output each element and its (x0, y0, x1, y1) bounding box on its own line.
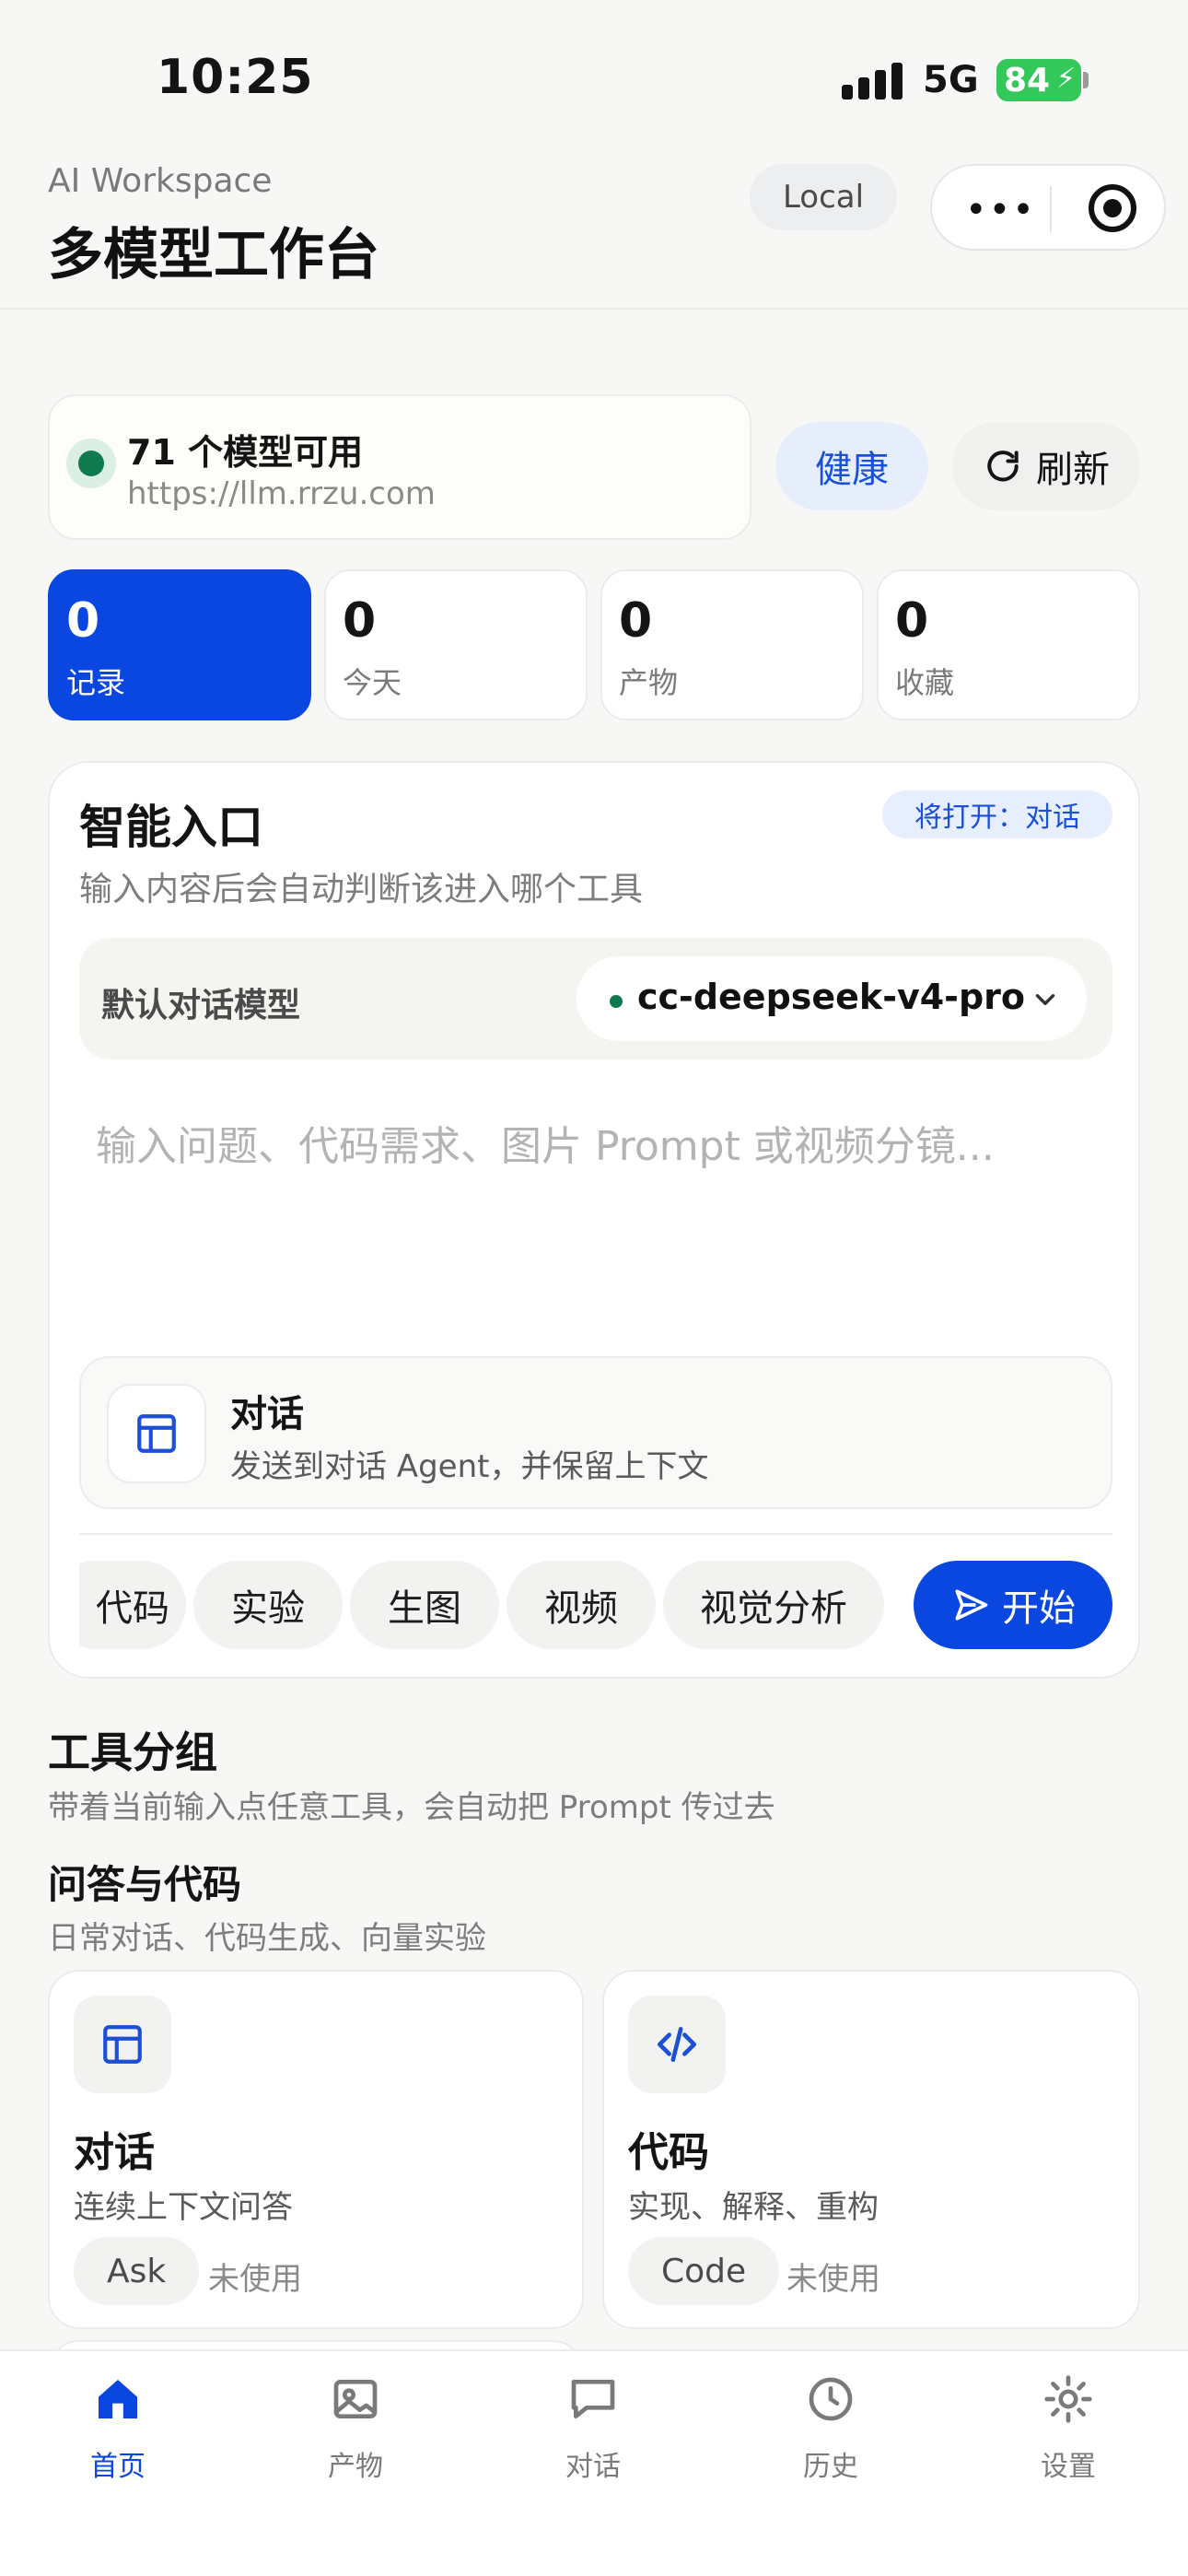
chip-video[interactable]: 视频 (507, 1561, 656, 1649)
stat-value: 0 (895, 593, 929, 649)
clock-icon (809, 2377, 853, 2421)
default-model-row: 默认对话模型 cc-deepseek-v4-pro (79, 938, 1112, 1060)
chip-image-gen[interactable]: 生图 (350, 1561, 499, 1649)
refresh-label: 刷新 (1036, 449, 1110, 491)
battery-level: 84 (1004, 61, 1051, 100)
default-model-label: 默认对话模型 (101, 987, 301, 1025)
chat-icon (571, 2380, 615, 2418)
tool-description: 连续上下文问答 (74, 2189, 293, 2226)
tab-chat[interactable]: 对话 (501, 2373, 685, 2493)
battery-icon: 84 ⚡ (996, 59, 1081, 101)
app-subtitle: AI Workspace (48, 162, 273, 200)
tab-label: 历史 (803, 2451, 858, 2483)
group-title: 问答与代码 (48, 1862, 242, 1907)
stat-artifacts[interactable]: 0 产物 (600, 569, 864, 720)
tab-settings[interactable]: 设置 (976, 2373, 1160, 2493)
status-bar: 10:25 5G 84 ⚡ (0, 0, 1188, 157)
model-count: 71 个模型可用 (127, 432, 364, 473)
tab-label: 设置 (1041, 2451, 1096, 2483)
stat-records[interactable]: 0 记录 (48, 569, 311, 720)
tool-chips: 代码 实验 生图 视频 视觉分析 (79, 1561, 908, 1649)
tab-history[interactable]: 历史 (739, 2373, 923, 2493)
smart-entry-title: 智能入口 (79, 801, 263, 854)
status-time: 10:25 (157, 50, 314, 105)
miniapp-capsule: ••• (930, 164, 1166, 251)
status-dot-icon (78, 451, 104, 476)
stat-value: 0 (343, 593, 377, 649)
refresh-icon (987, 451, 1019, 482)
layout-icon (107, 1384, 206, 1483)
tab-bar: 首页 产物 对话 历史 设置 (0, 2349, 1188, 2576)
tab-label: 对话 (565, 2451, 621, 2483)
page-title: 多模型工作台 (48, 223, 379, 287)
image-icon (333, 2380, 378, 2418)
tab-label: 首页 (90, 2451, 146, 2483)
tool-groups-title: 工具分组 (48, 1727, 217, 1777)
smart-entry-card: 智能入口 输入内容后会自动判断该进入哪个工具 将打开：对话 默认对话模型 cc-… (48, 761, 1140, 1679)
target-tool-badge: 将打开：对话 (882, 790, 1112, 838)
gear-icon (1044, 2375, 1092, 2423)
smart-entry-description: 输入内容后会自动判断该进入哪个工具 (79, 871, 644, 908)
stat-label: 收藏 (895, 665, 955, 700)
tool-description: 实现、解释、重构 (628, 2189, 879, 2226)
tab-home[interactable]: 首页 (26, 2373, 210, 2493)
model-select[interactable]: cc-deepseek-v4-pro (577, 956, 1087, 1041)
home-icon (99, 2380, 137, 2418)
stat-label: 记录 (66, 665, 126, 700)
tool-tag: Code (628, 2237, 780, 2305)
send-icon (955, 1589, 988, 1621)
stat-label: 今天 (343, 665, 402, 700)
stat-label: 产物 (619, 665, 679, 700)
stat-value: 0 (619, 593, 653, 649)
refresh-button[interactable]: 刷新 (952, 422, 1140, 510)
group-description: 日常对话、代码生成、向量实验 (48, 1920, 486, 1957)
stat-value: 0 (66, 593, 100, 649)
tool-card-chat[interactable]: 对话 连续上下文问答 Ask 未使用 (48, 1970, 584, 2329)
page-header: AI Workspace 多模型工作台 Local ••• (0, 157, 1188, 310)
tool-name: 对话 (74, 2129, 155, 2176)
tool-tag: Ask (74, 2237, 200, 2305)
route-description: 发送到对话 Agent，并保留上下文 (230, 1448, 709, 1485)
tool-usage: 未使用 (786, 2261, 880, 2298)
tab-label: 产物 (328, 2451, 383, 2483)
chip-code[interactable]: 代码 (79, 1561, 186, 1649)
prompt-input[interactable] (79, 1091, 1112, 1201)
chip-experiment[interactable]: 实验 (193, 1561, 343, 1649)
tab-artifacts[interactable]: 产物 (263, 2373, 448, 2493)
tool-name: 代码 (628, 2129, 709, 2176)
env-badge[interactable]: Local (750, 164, 897, 230)
start-button[interactable]: 开始 (914, 1561, 1112, 1649)
battery-cap (1083, 72, 1089, 88)
divider (79, 1533, 1112, 1535)
tool-groups-description: 带着当前输入点任意工具，会自动把 Prompt 传过去 (48, 1789, 775, 1826)
start-label: 开始 (1002, 1587, 1076, 1630)
endpoint-url: https://llm.rrzu.com (127, 475, 436, 512)
close-target-icon[interactable] (1089, 184, 1136, 232)
connection-card: 71 个模型可用 https://llm.rrzu.com (48, 394, 751, 540)
chevron-down-icon (1035, 994, 1055, 1005)
layout-icon (74, 1996, 171, 2093)
tool-card-code[interactable]: 代码 实现、解释、重构 Code 未使用 (602, 1970, 1140, 2329)
stat-favorites[interactable]: 0 收藏 (877, 569, 1140, 720)
more-icon[interactable]: ••• (965, 192, 1036, 228)
health-button[interactable]: 健康 (775, 422, 928, 510)
network-type: 5G (923, 59, 979, 101)
signal-icon (842, 63, 906, 100)
model-select-value: cc-deepseek-v4-pro (637, 977, 1026, 1017)
chip-vision[interactable]: 视觉分析 (663, 1561, 884, 1649)
stat-today[interactable]: 0 今天 (324, 569, 588, 720)
code-icon (628, 1996, 726, 2093)
tool-usage: 未使用 (208, 2261, 302, 2298)
route-title: 对话 (230, 1393, 304, 1435)
route-preview-card[interactable]: 对话 发送到对话 Agent，并保留上下文 (79, 1356, 1112, 1509)
capsule-divider (1050, 186, 1052, 232)
model-status-dot (610, 995, 623, 1008)
